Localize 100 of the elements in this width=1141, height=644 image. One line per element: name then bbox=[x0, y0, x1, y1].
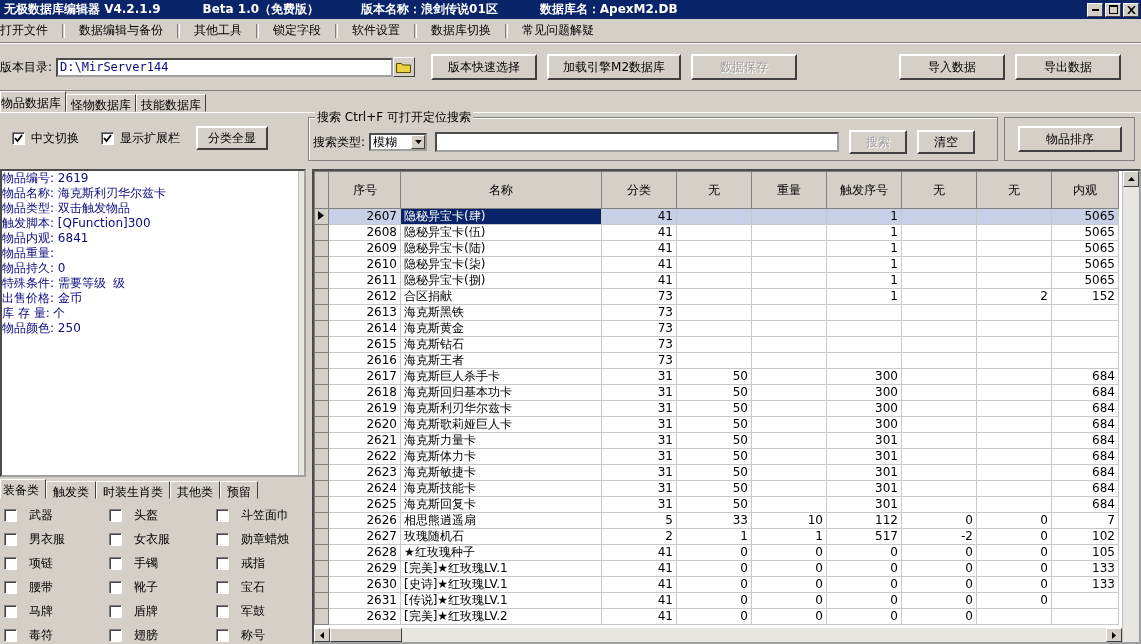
table-row[interactable]: 2610 隐秘异宝卡(柒) 41 1 5065 bbox=[314, 256, 1119, 273]
table-row[interactable]: 2612 合区捐献 73 1 2 152 bbox=[314, 288, 1119, 305]
browse-button[interactable] bbox=[393, 57, 416, 77]
search-type-dropdown[interactable]: 模糊 bbox=[369, 133, 428, 151]
category-checkbox[interactable]: 宝石 bbox=[216, 579, 306, 596]
tab[interactable]: 其他类 bbox=[170, 481, 220, 499]
column-header[interactable]: 无 bbox=[976, 171, 1052, 209]
category-checkbox[interactable]: 翅膀 bbox=[109, 627, 216, 644]
option-checkbox[interactable]: 中文切换 bbox=[12, 129, 79, 147]
table-row[interactable]: 2626 相思熊逍遥扇 5 33 10 112 0 0 7 bbox=[314, 512, 1119, 529]
table-row[interactable]: 2616 海克斯王者 73 bbox=[314, 352, 1119, 369]
category-checkbox[interactable]: 勋章蜡烛 bbox=[216, 531, 306, 548]
category-checkbox[interactable]: 戒指 bbox=[216, 555, 306, 572]
left-arrow-icon[interactable] bbox=[320, 631, 324, 639]
maximize-button[interactable] bbox=[1105, 2, 1121, 17]
menu-item[interactable]: 数据库切换 bbox=[417, 22, 505, 39]
option-checkbox[interactable]: 显示扩展栏 bbox=[101, 129, 180, 147]
tab[interactable]: 时装生肖类 bbox=[96, 481, 170, 499]
category-checkbox[interactable]: 盾牌 bbox=[109, 603, 216, 620]
column-header[interactable]: 序号 bbox=[328, 171, 401, 209]
category-checkbox[interactable]: 项链 bbox=[4, 555, 109, 572]
table-cell: 31 bbox=[657, 433, 673, 447]
vertical-scrollbar[interactable] bbox=[1122, 171, 1139, 642]
sort-button[interactable]: 物品排序 bbox=[1017, 126, 1122, 152]
close-button[interactable] bbox=[1123, 2, 1139, 17]
column-header[interactable]: 内观 bbox=[1051, 171, 1119, 209]
category-checkbox[interactable]: 军鼓 bbox=[216, 603, 306, 620]
table-cell: 2624 bbox=[366, 481, 397, 495]
category-checkbox[interactable]: 头盔 bbox=[109, 507, 216, 524]
column-header[interactable]: 重量 bbox=[751, 171, 827, 209]
table-cell: 50 bbox=[732, 385, 748, 399]
table-row[interactable]: 2620 海克斯歌莉娅巨人卡 31 50 300 684 bbox=[314, 416, 1119, 433]
category-checkbox[interactable]: 手镯 bbox=[109, 555, 216, 572]
menu-item[interactable]: 锁定字段 bbox=[259, 22, 335, 39]
directory-field[interactable]: D:\MirServer144 bbox=[56, 57, 394, 77]
column-header[interactable]: 分类 bbox=[601, 171, 677, 209]
scroll-thumb[interactable] bbox=[330, 628, 402, 642]
menu-item[interactable]: 常见问题解疑 bbox=[508, 22, 608, 39]
table-row[interactable]: 2619 海克斯利刃华尔兹卡 31 50 300 684 bbox=[314, 400, 1119, 417]
search-field[interactable] bbox=[435, 132, 840, 152]
toolbar-button[interactable]: 导入数据 bbox=[899, 54, 1005, 80]
tab[interactable]: 怪物数据库 bbox=[66, 94, 136, 112]
table-row[interactable]: 2607 隐秘异宝卡(肆) 41 1 5065 bbox=[314, 208, 1119, 225]
table-row[interactable]: 2629 [完美]★红玫瑰LV.1 41 0 0 0 0 0 133 bbox=[314, 560, 1119, 577]
right-arrow-icon[interactable] bbox=[1112, 631, 1116, 639]
table-row[interactable]: 2618 海克斯回归基本功卡 31 50 300 684 bbox=[314, 384, 1119, 401]
category-checkbox[interactable]: 毒符 bbox=[4, 627, 109, 644]
category-checkbox[interactable]: 男衣服 bbox=[4, 531, 109, 548]
menu-item[interactable]: 数据编辑与备份 bbox=[65, 22, 177, 39]
category-checkbox[interactable]: 斗笠面巾 bbox=[216, 507, 306, 524]
table-row[interactable]: 2624 海克斯技能卡 31 50 301 684 bbox=[314, 480, 1119, 497]
show-all-button[interactable]: 分类全显 bbox=[196, 126, 268, 150]
toolbar-button[interactable]: 导出数据 bbox=[1015, 54, 1121, 80]
tab[interactable]: 物品数据库 bbox=[0, 91, 66, 112]
toolbar-button[interactable]: 版本快速选择 bbox=[431, 54, 538, 80]
table-row[interactable]: 2614 海克斯黄金 73 bbox=[314, 320, 1119, 337]
column-header[interactable]: 名称 bbox=[400, 171, 602, 209]
tab[interactable]: 预留 bbox=[220, 481, 258, 499]
table-row[interactable]: 2608 隐秘异宝卡(伍) 41 1 5065 bbox=[314, 224, 1119, 241]
minimize-button[interactable] bbox=[1087, 2, 1103, 17]
table-cell: 1 bbox=[890, 225, 898, 239]
clear-button[interactable]: 清空 bbox=[917, 130, 976, 154]
table-row[interactable]: 2627 玫瑰随机石 2 1 1 517 -2 0 102 bbox=[314, 528, 1119, 545]
table-row[interactable]: 2622 海克斯体力卡 31 50 301 684 bbox=[314, 448, 1119, 465]
table-row[interactable]: 2609 隐秘异宝卡(陆) 41 1 5065 bbox=[314, 240, 1119, 257]
table-row[interactable]: 2613 海克斯黑铁 73 bbox=[314, 304, 1119, 321]
table-row[interactable]: 2632 [完美]★红玫瑰LV.2 41 0 0 0 0 bbox=[314, 608, 1119, 625]
menu-item[interactable]: 打开文件 bbox=[0, 22, 62, 39]
table-row[interactable]: 2621 海克斯力量卡 31 50 301 684 bbox=[314, 432, 1119, 449]
table-cell: 2613 bbox=[366, 305, 397, 319]
category-checkbox[interactable]: 腰带 bbox=[4, 579, 109, 596]
tab[interactable]: 装备类 bbox=[0, 479, 46, 499]
table-row[interactable]: 2630 [史诗]★红玫瑰LV.1 41 0 0 0 0 0 133 bbox=[314, 576, 1119, 593]
column-header[interactable]: 无 bbox=[901, 171, 977, 209]
scrollbar[interactable] bbox=[298, 171, 304, 475]
up-arrow-icon[interactable] bbox=[1127, 177, 1135, 181]
column-header[interactable]: 无 bbox=[676, 171, 752, 209]
category-checkbox[interactable]: 靴子 bbox=[109, 579, 216, 596]
menu-item[interactable]: 其他工具 bbox=[180, 22, 256, 39]
toolbar-button[interactable]: 加载引擎M2数据库 bbox=[547, 54, 682, 80]
tab[interactable]: 技能数据库 bbox=[136, 94, 206, 112]
horizontal-scrollbar[interactable] bbox=[314, 628, 1122, 642]
tab[interactable]: 触发类 bbox=[46, 481, 96, 499]
category-checkbox[interactable]: 武器 bbox=[4, 507, 109, 524]
menu-item[interactable]: 软件设置 bbox=[338, 22, 414, 39]
table-row[interactable]: 2625 海克斯回复卡 31 50 301 684 bbox=[314, 496, 1119, 513]
table-cell: 301 bbox=[875, 449, 898, 463]
table-row[interactable]: 2615 海克斯钻石 73 bbox=[314, 336, 1119, 353]
table-row[interactable]: 2631 [传说]★红玫瑰LV.1 41 0 0 0 0 0 bbox=[314, 592, 1119, 609]
table-row[interactable]: 2617 海克斯巨人杀手卡 31 50 300 684 bbox=[314, 368, 1119, 385]
category-checkbox[interactable]: 女衣服 bbox=[109, 531, 216, 548]
column-header[interactable]: 触发序号 bbox=[826, 171, 902, 209]
table-row[interactable]: 2628 ★红玫瑰种子 41 0 0 0 0 0 105 bbox=[314, 544, 1119, 561]
table-cell: 海克斯敏捷卡 bbox=[404, 465, 476, 479]
table-cell: 41 bbox=[657, 257, 673, 271]
window-title: 数据库名：ApexM2.DB bbox=[539, 1, 678, 18]
category-checkbox[interactable]: 马牌 bbox=[4, 603, 109, 620]
table-row[interactable]: 2623 海克斯敏捷卡 31 50 301 684 bbox=[314, 464, 1119, 481]
category-checkbox[interactable]: 称号 bbox=[216, 627, 306, 644]
table-row[interactable]: 2611 隐秘异宝卡(捌) 41 1 5065 bbox=[314, 272, 1119, 289]
